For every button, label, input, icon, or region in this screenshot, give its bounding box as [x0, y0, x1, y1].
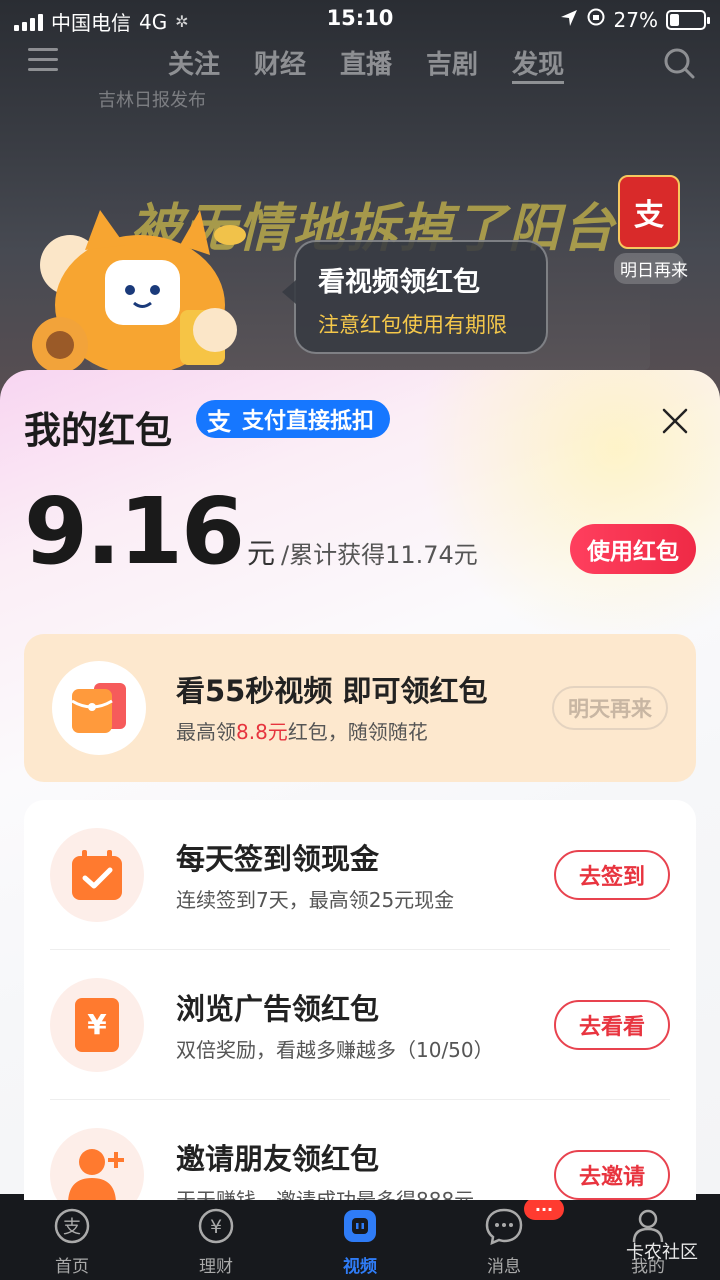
vc-sub-prefix: 最高领 [176, 720, 236, 744]
svg-text:¥: ¥ [210, 1216, 222, 1238]
watch-video-subtitle: 最高领8.8元红包，随领随花 [176, 716, 428, 745]
task-subtitle: 双倍奖励，看越多赚越多（10/50） [176, 1038, 494, 1062]
status-bar: 中国电信 4G ✲ 15:10 27% [0, 0, 720, 38]
vc-sub-suffix: 红包，随领随花 [287, 720, 428, 744]
task-row-ads: ¥ 浏览广告领红包 双倍奖励，看越多赚越多（10/50） 去看看 [24, 950, 696, 1100]
use-red-packet-button[interactable]: 使用红包 [570, 524, 696, 574]
message-icon [484, 1206, 524, 1246]
tab-finance[interactable]: 财经 [254, 44, 306, 84]
red-envelope-icon [52, 661, 146, 755]
red-envelope-icon: 支 [618, 175, 680, 249]
close-button[interactable] [660, 406, 690, 436]
task-title: 每天签到领现金 [176, 842, 380, 876]
balance-amount: 9.16 元 /累计获得11.74元 [24, 478, 478, 585]
come-back-tomorrow-button[interactable]: 明天再来 [552, 686, 668, 730]
pay-deduct-badge: 支 支付直接抵扣 [196, 400, 391, 438]
video-top-nav: 关注 财经 直播 吉剧 发现 [0, 38, 720, 88]
yen-circle-icon: ¥ [196, 1206, 236, 1246]
video-icon [340, 1206, 380, 1246]
badge-tomorrow-label: 明日再来 [614, 253, 688, 284]
alipay-home-icon: 支 [52, 1206, 92, 1246]
tab-me[interactable]: 我的 [576, 1194, 720, 1280]
sheet-title: 我的红包 [24, 409, 172, 452]
tab-discover[interactable]: 发现 [512, 44, 565, 84]
task-list-card: 每天签到领现金 连续签到7天，最高领25元现金 去签到 ¥ 浏览广告领红包 双倍… [24, 800, 696, 1200]
total-earned: /累计获得11.74元 [281, 541, 478, 569]
rotation-lock-icon [586, 7, 606, 32]
watch-video-card: 看55秒视频 即可领红包 最高领8.8元红包，随领随花 明天再来 [24, 634, 696, 782]
watch-video-title: 看55秒视频 即可领红包 [176, 674, 488, 708]
tab-follow[interactable]: 关注 [168, 44, 220, 84]
vc-sub-highlight: 8.8元 [236, 720, 288, 744]
task-subtitle: 连续签到7天，最高领25元现金 [176, 888, 455, 912]
search-icon[interactable] [662, 46, 696, 84]
invite-button[interactable]: 去邀请 [554, 1150, 670, 1200]
tab-label: 首页 [55, 1257, 89, 1277]
battery-icon [666, 9, 710, 30]
checkin-button[interactable]: 去签到 [554, 850, 670, 900]
view-ads-button[interactable]: 去看看 [554, 1000, 670, 1050]
task-row-checkin: 每天签到领现金 连续签到7天，最高领25元现金 去签到 [24, 800, 696, 950]
tab-drama[interactable]: 吉剧 [426, 44, 478, 84]
menu-icon[interactable] [28, 48, 58, 72]
task-row-invite: 邀请朋友领红包 天天赚钱，邀请成功最多得888元 去邀请 [24, 1100, 696, 1200]
video-background: 关注 财经 直播 吉剧 发现 吉林日报发布 被无情地拆掉了阳台 支 明日再来 看… [0, 0, 720, 420]
tip-subtitle: 注意红包使用有期限 [318, 313, 507, 337]
battery-percent: 27% [613, 7, 658, 32]
tab-label: 理财 [199, 1257, 233, 1277]
video-nav-tabs: 关注 财经 直播 吉剧 发现 [168, 44, 565, 84]
tip-bubble: 看视频领红包 注意红包使用有期限 [282, 240, 548, 354]
task-title: 浏览广告领红包 [176, 992, 380, 1026]
red-packet-sheet: 我的红包 支 支付直接抵扣 9.16 元 /累计获得11.74元 使用红包 看5… [0, 370, 720, 1200]
location-arrow-icon [560, 8, 578, 32]
balance-unit: 元 [247, 537, 276, 570]
balance-value: 9.16 [24, 478, 245, 585]
tab-label: 视频 [343, 1257, 377, 1277]
tab-home[interactable]: 支 首页 [0, 1194, 144, 1280]
tab-messages[interactable]: 消息 ··· [432, 1194, 576, 1280]
bottom-tab-bar: 支 首页 ¥ 理财 视频 消息 ··· 我的 [0, 1194, 720, 1280]
invite-user-icon [50, 1128, 144, 1200]
svg-text:支: 支 [63, 1217, 81, 1238]
tab-live[interactable]: 直播 [340, 44, 392, 84]
tip-title: 看视频领红包 [318, 267, 480, 298]
tab-wealth[interactable]: ¥ 理财 [144, 1194, 288, 1280]
tab-label: 消息 [487, 1257, 521, 1277]
close-icon [662, 408, 688, 434]
task-title: 邀请朋友领红包 [176, 1142, 380, 1176]
alipay-logo-icon: 支 [207, 407, 231, 436]
watermark-text: 卡农社区 [626, 1242, 698, 1263]
channel-name: 吉林日报发布 [98, 90, 206, 111]
tab-video[interactable]: 视频 [288, 1194, 432, 1280]
svg-text:¥: ¥ [87, 1008, 107, 1041]
battery-level [670, 13, 679, 26]
message-badge: ··· [524, 1198, 564, 1220]
yen-card-icon: ¥ [50, 978, 144, 1072]
red-packet-float-badge[interactable]: 支 明日再来 [614, 175, 688, 284]
task-subtitle: 天天赚钱，邀请成功最多得888元 [176, 1188, 475, 1200]
calendar-check-icon [50, 828, 144, 922]
mascot-cat-illustration [30, 205, 250, 385]
pay-badge-label: 支付直接抵扣 [242, 409, 375, 434]
